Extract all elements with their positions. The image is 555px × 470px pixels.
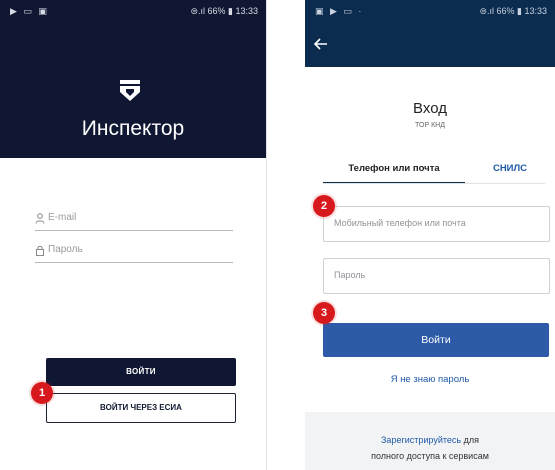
step-marker-2: 2 <box>313 195 335 217</box>
password-placeholder: Пароль <box>48 244 83 255</box>
app-header: ▶ ▭ ▣ ⊜.ıl 66% ▮ 13:33 Инспектор <box>0 0 266 158</box>
register-link[interactable]: Зарегистрируйтесь <box>381 435 461 445</box>
login-subtitle: ТОР КНД <box>415 122 445 129</box>
back-arrow-icon[interactable] <box>313 37 329 51</box>
status-icons-left: ▣ ▶ ▭ · <box>315 6 364 16</box>
phone-screen-gosuslugi-login: ▣ ▶ ▭ · ⊜.ıl 66% ▮ 13:33 Вход ТОР КНД Те… <box>305 0 555 470</box>
step-marker-1: 1 <box>31 382 53 404</box>
tab-phone-or-email[interactable]: Телефон или почта <box>323 160 465 184</box>
lock-icon <box>36 245 44 256</box>
status-icons-right: ⊜.ıl 66% ▮ 13:33 <box>479 6 547 16</box>
tab-snils[interactable]: СНИЛС <box>475 160 545 182</box>
phone-or-email-input[interactable]: Мобильный телефон или почта <box>323 206 550 242</box>
email-field[interactable]: E-mail <box>35 208 233 231</box>
status-icons-right: ⊜.ıl 66% ▮ 13:33 <box>190 6 258 16</box>
email-placeholder: E-mail <box>48 212 77 223</box>
login-button[interactable]: Войти <box>323 323 549 357</box>
register-text-1: для <box>463 435 479 445</box>
forgot-password-link[interactable]: Я не знаю пароль <box>305 374 555 385</box>
login-button[interactable]: ВОЙТИ <box>46 358 236 386</box>
password-placeholder: Пароль <box>334 270 366 280</box>
password-field[interactable]: Пароль <box>35 240 233 263</box>
tab-divider <box>323 183 545 184</box>
status-icons-left: ▶ ▭ ▣ <box>10 6 49 16</box>
status-bar: ▣ ▶ ▭ · ⊜.ıl 66% ▮ 13:33 <box>305 0 555 22</box>
phone-or-email-placeholder: Мобильный телефон или почта <box>334 218 466 228</box>
app-title: Инспектор <box>81 117 185 140</box>
shield-logo-icon <box>120 80 140 101</box>
login-title: Вход <box>413 100 447 117</box>
login-header: ▣ ▶ ▭ · ⊜.ıl 66% ▮ 13:33 <box>305 0 555 67</box>
step-marker-3: 3 <box>313 302 335 324</box>
register-text-2: полного доступа к сервисам <box>371 451 489 461</box>
esia-login-button[interactable]: ВОЙТИ ЧЕРЕЗ ЕСИА <box>46 393 236 423</box>
status-bar: ▶ ▭ ▣ ⊜.ıl 66% ▮ 13:33 <box>0 0 266 22</box>
password-input[interactable]: Пароль <box>323 258 550 294</box>
register-block: Зарегистрируйтесь для полного доступа к … <box>305 432 555 464</box>
user-icon <box>35 213 45 224</box>
